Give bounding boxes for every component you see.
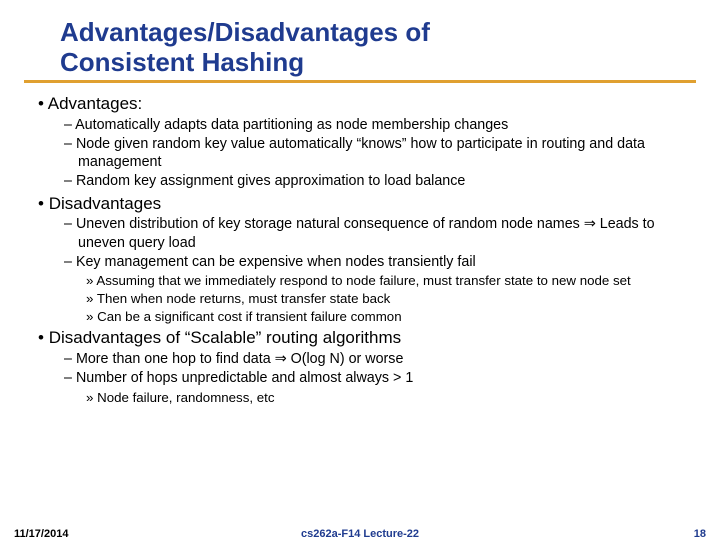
bullet-disadvantages-item: Key management can be expensive when nod… [24, 253, 696, 271]
slide-content: Advantages: Automatically adapts data pa… [24, 93, 696, 406]
title-line-2: Consistent Hashing [60, 47, 304, 77]
bullet-advantages-item: Automatically adapts data partitioning a… [24, 116, 696, 134]
footer-course: cs262a-F14 Lecture-22 [0, 528, 720, 540]
bullet-advantages-item: Node given random key value automaticall… [24, 135, 696, 172]
bullet-disadvantages-subitem: Can be a significant cost if transient f… [24, 308, 696, 325]
bullet-disadvantages-item: Uneven distribution of key storage natur… [24, 215, 696, 252]
bullet-scalable-item: Number of hops unpredictable and almost … [24, 369, 696, 387]
bullet-scalable-item: More than one hop to find data ⇒ O(log N… [24, 350, 696, 368]
footer-page-number: 18 [694, 528, 706, 540]
title-line-1: Advantages/Disadvantages of [60, 17, 430, 47]
bullet-disadvantages-subitem: Assuming that we immediately respond to … [24, 272, 696, 289]
bullet-disadvantages-subitem: Then when node returns, must transfer st… [24, 290, 696, 307]
bullet-scalable-heading: Disadvantages of “Scalable” routing algo… [24, 327, 696, 349]
title-underline [24, 80, 696, 83]
slide-title: Advantages/Disadvantages of Consistent H… [24, 18, 696, 80]
bullet-disadvantages-heading: Disadvantages [24, 193, 696, 215]
bullet-advantages-heading: Advantages: [24, 93, 696, 115]
bullet-scalable-subitem: Node failure, randomness, etc [24, 389, 696, 406]
bullet-advantages-item: Random key assignment gives approximatio… [24, 172, 696, 190]
